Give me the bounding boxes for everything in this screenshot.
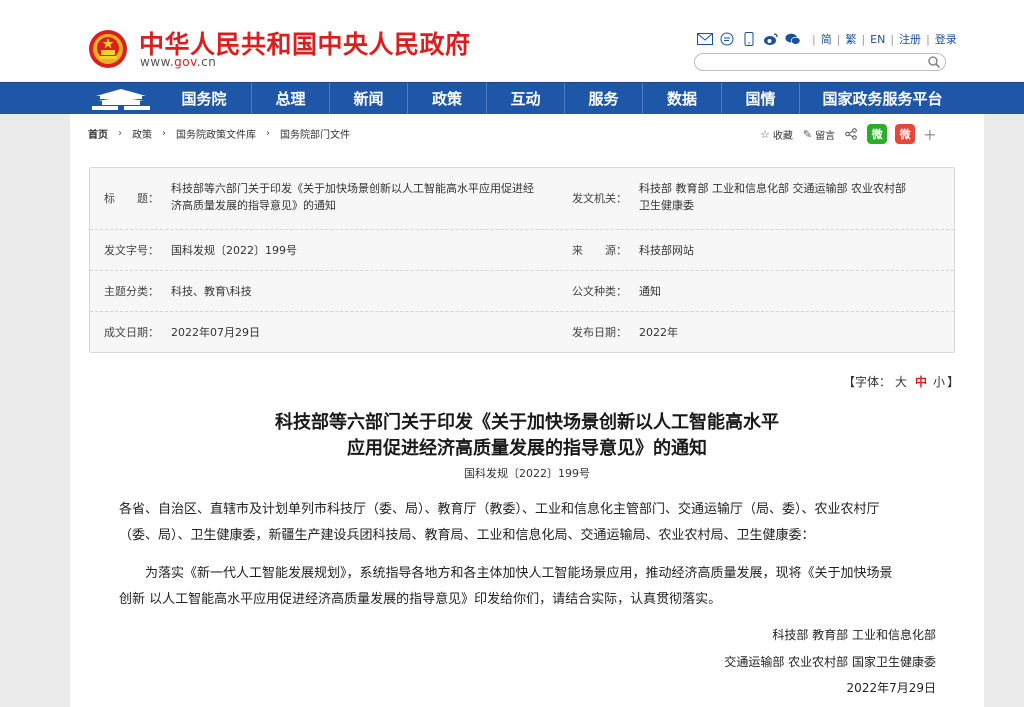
toolbar-separator: | bbox=[861, 32, 866, 46]
issuer-value: 科技部 教育部 工业和信息化部 交通运输部 农业农村部 卫生健康委 bbox=[639, 180, 949, 214]
font-size-small-button[interactable]: 小 bbox=[933, 375, 945, 389]
mail-icon[interactable] bbox=[697, 32, 713, 46]
search-input[interactable] bbox=[694, 53, 946, 71]
written-date-value: 2022年07月29日 bbox=[171, 326, 260, 339]
toolbar-separator: | bbox=[926, 32, 930, 46]
comment-button[interactable]: ✎ 留言 bbox=[803, 127, 835, 142]
para2-line2: 创新 以人工智能高水平应用促进经济高质量发展的指导意见》印发给你们，请结合实际，… bbox=[119, 592, 722, 607]
meta-row-topic: 主题分类： 科技、教育\科技 公文种类： 通知 bbox=[90, 271, 954, 312]
title-value-line1: 科技部等六部门关于印发《关于加快场景创新以人工智能高水平应用促进经 bbox=[171, 182, 534, 195]
favorite-button[interactable]: ☆ 收藏 bbox=[760, 127, 793, 142]
weibo-share-icon[interactable]: 微 bbox=[895, 124, 916, 144]
nav-item-services[interactable]: 服务 bbox=[564, 83, 642, 115]
font-size-switch: 【字体：大中小】 bbox=[843, 373, 959, 390]
more-share-icon[interactable]: + bbox=[923, 125, 936, 144]
main-nav: 国务院 总理 新闻 政策 互动 服务 数据 国情 国家政务服务平台 bbox=[0, 82, 1024, 115]
para2-line1: 为落实《新一代人工智能发展规划》，系统指导各地方和各主体加快人工智能场景应用，推… bbox=[145, 566, 893, 581]
message-icon[interactable] bbox=[719, 32, 735, 46]
genre-label: 公文种类： bbox=[572, 285, 627, 298]
topic-value: 科技、教育\科技 bbox=[171, 285, 252, 298]
article-paragraph-body: 为落实《新一代人工智能发展规划》，系统指导各地方和各主体加快人工智能场景应用，推… bbox=[119, 561, 939, 613]
published-date-value: 2022年 bbox=[639, 326, 678, 339]
lang-simplified-link[interactable]: 简 bbox=[821, 31, 832, 47]
source-value: 科技部网站 bbox=[639, 244, 694, 257]
breadcrumb-policy[interactable]: 政策 bbox=[132, 126, 152, 141]
url-prefix: www. bbox=[140, 55, 175, 69]
star-icon: ☆ bbox=[760, 127, 770, 141]
issuer-label: 发文机关： bbox=[572, 192, 627, 205]
toolbar-separator: | bbox=[812, 32, 816, 46]
font-size-prefix: 【字体： bbox=[843, 375, 892, 389]
search-icon[interactable] bbox=[927, 55, 941, 69]
article-doc-number: 国科发规〔2022〕199号 bbox=[464, 467, 590, 480]
article-tools: ☆ 收藏 ✎ 留言 微 微 + bbox=[760, 124, 937, 144]
written-date-label: 成文日期： bbox=[104, 326, 159, 339]
chevron-right-icon: › bbox=[266, 128, 270, 139]
login-link[interactable]: 登录 bbox=[935, 31, 957, 47]
source-label: 来 源： bbox=[572, 244, 627, 257]
breadcrumb-policy-library[interactable]: 国务院政策文件库 bbox=[176, 126, 256, 141]
site-header: 中华人民共和国中央人民政府 www.gov.cn | 简 | 繁 | EN | … bbox=[0, 0, 1024, 82]
nav-item-gov-service-platform[interactable]: 国家政务服务平台 bbox=[799, 83, 965, 115]
site-url: www.gov.cn bbox=[140, 55, 216, 69]
genre-value: 通知 bbox=[639, 285, 661, 298]
article-title: 科技部等六部门关于印发《关于加快场景创新以人工智能高水平 应用促进经济高质量发展… bbox=[150, 410, 904, 462]
nav-item-data[interactable]: 数据 bbox=[642, 83, 721, 115]
signature-date: 2022年7月29日 bbox=[846, 681, 936, 695]
signatory-line1: 科技部 教育部 工业和信息化部 bbox=[772, 628, 936, 642]
lang-traditional-link[interactable]: 繁 bbox=[845, 31, 856, 47]
toolbar-separator: | bbox=[890, 32, 895, 46]
lang-english-link[interactable]: EN bbox=[870, 33, 885, 46]
weibo-icon[interactable] bbox=[763, 32, 779, 46]
title-value: 科技部等六部门关于印发《关于加快场景创新以人工智能高水平应用促进经 济高质量发展… bbox=[171, 180, 561, 214]
para1-line2: （委、局）、卫生健康委，新疆生产建设兵团科技局、教育局、工业和信息化局、交通运输… bbox=[119, 528, 815, 543]
url-suffix: .cn bbox=[196, 55, 217, 69]
doc-no-label: 发文字号： bbox=[104, 244, 159, 257]
meta-row-dates: 成文日期： 2022年07月29日 发布日期： 2022年 bbox=[90, 312, 954, 353]
breadcrumb: 首页 › 政策 › 国务院政策文件库 › 国务院部门文件 bbox=[88, 126, 350, 141]
chevron-right-icon: › bbox=[162, 128, 166, 139]
toolbar-separator: | bbox=[836, 32, 841, 46]
published-date-label: 发布日期： bbox=[572, 326, 627, 339]
topic-label: 主题分类： bbox=[104, 285, 159, 298]
document-metadata: 标 题： 科技部等六部门关于印发《关于加快场景创新以人工智能高水平应用促进经 济… bbox=[89, 167, 955, 353]
issuer-value-line1: 科技部 教育部 工业和信息化部 交通运输部 农业农村部 bbox=[639, 182, 906, 195]
nav-item-interaction[interactable]: 互动 bbox=[486, 83, 564, 115]
para1-line1: 各省、自治区、直辖市及计划单列市科技厅（委、局）、教育厅（教委）、工业和信息化主… bbox=[119, 502, 880, 517]
doc-no-value: 国科发规〔2022〕199号 bbox=[171, 244, 297, 257]
font-size-large-button[interactable]: 大 bbox=[895, 375, 907, 389]
nav-item-state-council[interactable]: 国务院 bbox=[157, 83, 251, 115]
nav-item-premier[interactable]: 总理 bbox=[251, 83, 329, 115]
title-label: 标 题： bbox=[104, 192, 159, 205]
nav-item-national-conditions[interactable]: 国情 bbox=[721, 83, 799, 115]
nav-item-news[interactable]: 新闻 bbox=[329, 83, 407, 115]
nav-item-policy[interactable]: 政策 bbox=[407, 83, 486, 115]
article-paragraph-recipients: 各省、自治区、直辖市及计划单列市科技厅（委、局）、教育厅（教委）、工业和信息化主… bbox=[119, 497, 939, 549]
signatory-line2: 交通运输部 农业农村部 国家卫生健康委 bbox=[724, 655, 936, 669]
meta-row-title: 标 题： 科技部等六部门关于印发《关于加快场景创新以人工智能高水平应用促进经 济… bbox=[90, 168, 954, 230]
register-link[interactable]: 注册 bbox=[899, 31, 921, 47]
font-size-suffix: 】 bbox=[947, 375, 960, 389]
pen-icon: ✎ bbox=[802, 127, 813, 141]
font-size-medium-button[interactable]: 中 bbox=[915, 375, 927, 389]
mobile-icon[interactable] bbox=[741, 32, 757, 46]
url-accent: gov bbox=[174, 55, 197, 69]
article-title-line2: 应用促进经济高质量发展的指导意见》的通知 bbox=[347, 438, 707, 459]
breadcrumb-department-documents[interactable]: 国务院部门文件 bbox=[280, 126, 350, 141]
wechat-share-icon[interactable]: 微 bbox=[867, 124, 888, 144]
comment-label: 留言 bbox=[815, 130, 836, 142]
nav-items: 国务院 总理 新闻 政策 互动 服务 数据 国情 国家政务服务平台 bbox=[157, 83, 965, 115]
tiananmen-logo-icon[interactable] bbox=[88, 86, 154, 112]
favorite-label: 收藏 bbox=[772, 130, 793, 142]
breadcrumb-home[interactable]: 首页 bbox=[88, 126, 108, 141]
article-title-line1: 科技部等六部门关于印发《关于加快场景创新以人工智能高水平 bbox=[275, 412, 779, 433]
share-icon[interactable] bbox=[845, 128, 857, 140]
national-emblem-icon[interactable] bbox=[88, 28, 128, 70]
header-toolbar: | 简 | 繁 | EN | 注册 | 登录 bbox=[697, 31, 957, 47]
issuer-value-line2: 卫生健康委 bbox=[639, 199, 694, 212]
meta-row-docno: 发文字号： 国科发规〔2022〕199号 来 源： 科技部网站 bbox=[90, 230, 954, 271]
chevron-right-icon: › bbox=[118, 128, 122, 139]
title-value-line2: 济高质量发展的指导意见》的通知 bbox=[171, 199, 336, 212]
wechat-icon[interactable] bbox=[785, 32, 801, 46]
